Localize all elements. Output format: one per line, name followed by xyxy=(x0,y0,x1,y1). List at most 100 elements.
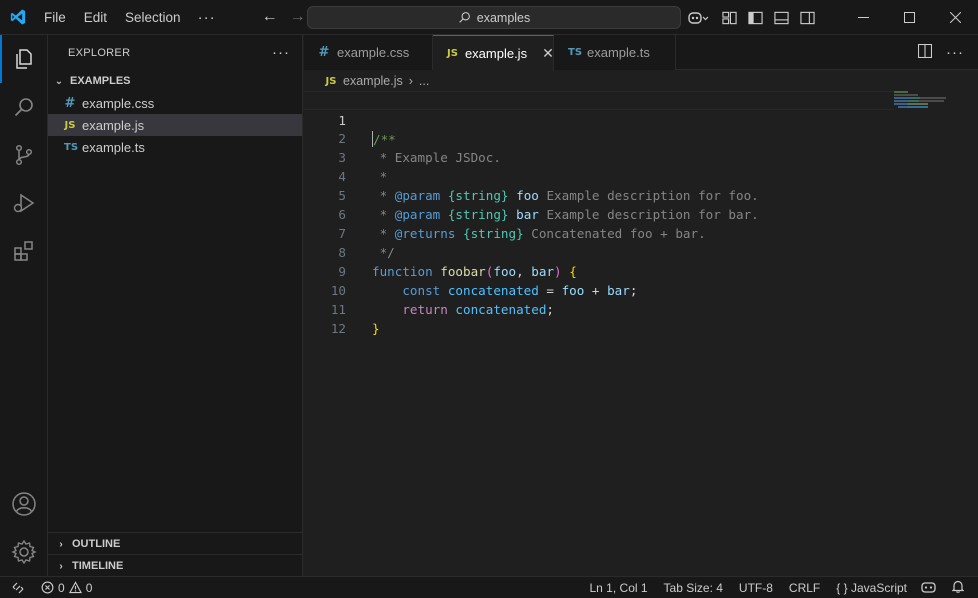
timeline-section[interactable]: › TIMELINE xyxy=(48,555,303,577)
customize-layout-icon[interactable] xyxy=(716,0,742,35)
toggle-primary-sidebar-icon[interactable] xyxy=(742,0,768,35)
language-mode[interactable]: { } JavaScript xyxy=(828,581,913,595)
tab-size[interactable]: Tab Size: 4 xyxy=(656,581,731,595)
code-token: } xyxy=(372,321,380,336)
breadcrumb-separator: › xyxy=(408,74,413,88)
manage-gear-icon[interactable] xyxy=(0,528,48,576)
file-item-css[interactable]: # example.css xyxy=(48,92,302,114)
cursor-position[interactable]: Ln 1, Col 1 xyxy=(582,581,656,595)
extensions-icon[interactable] xyxy=(0,227,48,275)
error-icon xyxy=(41,581,54,594)
folder-label: EXAMPLES xyxy=(70,75,131,87)
css-file-icon: # xyxy=(64,95,76,111)
file-name: example.css xyxy=(82,95,155,111)
menu-bar: File Edit Selection ··· xyxy=(35,0,224,35)
explorer-sidebar: EXPLORER ··· ⌄ EXAMPLES # example.css JS… xyxy=(48,35,303,576)
forward-arrow-icon[interactable]: → xyxy=(290,8,306,26)
account-icon[interactable] xyxy=(0,480,48,528)
minimap-line xyxy=(894,97,946,99)
js-file-icon: JS xyxy=(64,119,76,131)
code-line: 10 return concatenated; xyxy=(304,262,894,317)
code-line: 3 * xyxy=(304,129,894,184)
minimize-icon[interactable] xyxy=(840,0,886,35)
code-line: 11 } xyxy=(304,281,894,336)
warning-icon xyxy=(68,581,82,594)
tab-example-ts[interactable]: TS example.ts xyxy=(554,35,676,70)
command-center-search[interactable]: examples xyxy=(307,6,681,29)
outline-section[interactable]: › OUTLINE xyxy=(48,533,303,555)
folder-examples[interactable]: ⌄ EXAMPLES xyxy=(48,70,302,92)
code-line: 6 * @returns {string} Concatenated foo +… xyxy=(304,186,894,241)
remote-indicator-icon[interactable] xyxy=(0,577,35,598)
code-line: 12 xyxy=(304,300,894,336)
minimap-line xyxy=(898,106,928,108)
timeline-label: TIMELINE xyxy=(72,560,124,572)
chevron-right-icon: › xyxy=(59,560,63,572)
ts-file-icon: TS xyxy=(64,141,79,153)
file-item-js[interactable]: JS example.js xyxy=(48,114,302,136)
title-bar: File Edit Selection ··· ← → examples xyxy=(0,0,978,35)
code-editor[interactable]: 1 /** 2 * Example JSDoc. 3 * 4 * @param … xyxy=(304,91,894,336)
source-control-icon[interactable] xyxy=(0,131,48,179)
split-editor-icon[interactable] xyxy=(917,43,933,62)
end-of-line[interactable]: CRLF xyxy=(781,581,828,595)
code-line: 2 * Example JSDoc. xyxy=(304,110,894,165)
search-icon[interactable] xyxy=(0,83,48,131)
close-icon[interactable] xyxy=(932,0,978,35)
js-file-icon: JS xyxy=(325,75,337,87)
code-line: 9 const concatenated = foo + bar; xyxy=(304,243,894,298)
menu-edit[interactable]: Edit xyxy=(75,0,116,35)
breadcrumb-file[interactable]: example.js xyxy=(343,74,403,88)
braces-icon: { } xyxy=(836,581,848,595)
notifications-bell-icon[interactable] xyxy=(944,580,978,596)
chevron-down-icon: ⌄ xyxy=(54,75,64,87)
minimap-line xyxy=(894,100,944,102)
editor-tabs: # example.css JS example.js ✕ TS example… xyxy=(304,35,978,71)
language-label: JavaScript xyxy=(850,581,907,595)
line-number: 12 xyxy=(330,321,346,336)
code-line: 1 /** xyxy=(304,91,894,147)
tab-example-js[interactable]: JS example.js ✕ xyxy=(433,35,554,71)
toggle-panel-icon[interactable] xyxy=(768,0,794,35)
copilot-status-icon[interactable] xyxy=(913,581,944,596)
tab-close-icon[interactable]: ✕ xyxy=(542,45,554,62)
run-debug-icon[interactable] xyxy=(0,179,48,227)
breadcrumb: JS example.js › ... xyxy=(304,71,978,91)
vscode-logo-icon xyxy=(0,0,35,35)
problems-indicator[interactable]: 0 0 xyxy=(41,581,92,595)
explorer-icon[interactable] xyxy=(0,35,48,83)
minimap[interactable] xyxy=(894,91,964,115)
error-count: 0 xyxy=(58,580,65,595)
minimap-line xyxy=(894,91,908,93)
breadcrumb-symbols[interactable]: ... xyxy=(419,74,429,88)
search-icon xyxy=(459,12,470,23)
file-name: example.js xyxy=(82,117,145,133)
outline-label: OUTLINE xyxy=(72,538,121,550)
code-line: 8 function foobar(foo, bar) { xyxy=(304,224,894,279)
menu-selection[interactable]: Selection xyxy=(116,0,190,35)
tab-label: example.css xyxy=(337,45,410,60)
warning-count: 0 xyxy=(85,580,93,595)
code-line: 5 * @param {string} bar Example descript… xyxy=(304,167,894,222)
back-arrow-icon[interactable]: ← xyxy=(262,8,278,26)
chevron-right-icon: › xyxy=(59,538,63,550)
code-line: 4 * @param {string} foo Example descript… xyxy=(304,148,894,203)
menu-file[interactable]: File xyxy=(35,0,75,35)
code-line: 7 */ xyxy=(304,205,894,260)
toggle-secondary-sidebar-icon[interactable] xyxy=(794,0,820,35)
menu-more-button[interactable]: ··· xyxy=(190,9,224,26)
tab-example-css[interactable]: # example.css xyxy=(304,35,433,70)
js-file-icon: JS xyxy=(447,48,458,59)
explorer-title: EXPLORER xyxy=(68,46,131,59)
explorer-more-button[interactable]: ··· xyxy=(272,44,290,61)
encoding[interactable]: UTF-8 xyxy=(731,581,781,595)
editor-more-icon[interactable]: ··· xyxy=(946,44,964,61)
file-item-ts[interactable]: TS example.ts xyxy=(48,136,302,158)
search-text: examples xyxy=(476,10,531,25)
minimap-line xyxy=(894,94,918,96)
copilot-icon[interactable] xyxy=(680,0,716,35)
maximize-icon[interactable] xyxy=(886,0,932,35)
file-name: example.ts xyxy=(82,139,145,155)
minimap-line xyxy=(894,103,928,105)
css-file-icon: # xyxy=(318,45,330,60)
